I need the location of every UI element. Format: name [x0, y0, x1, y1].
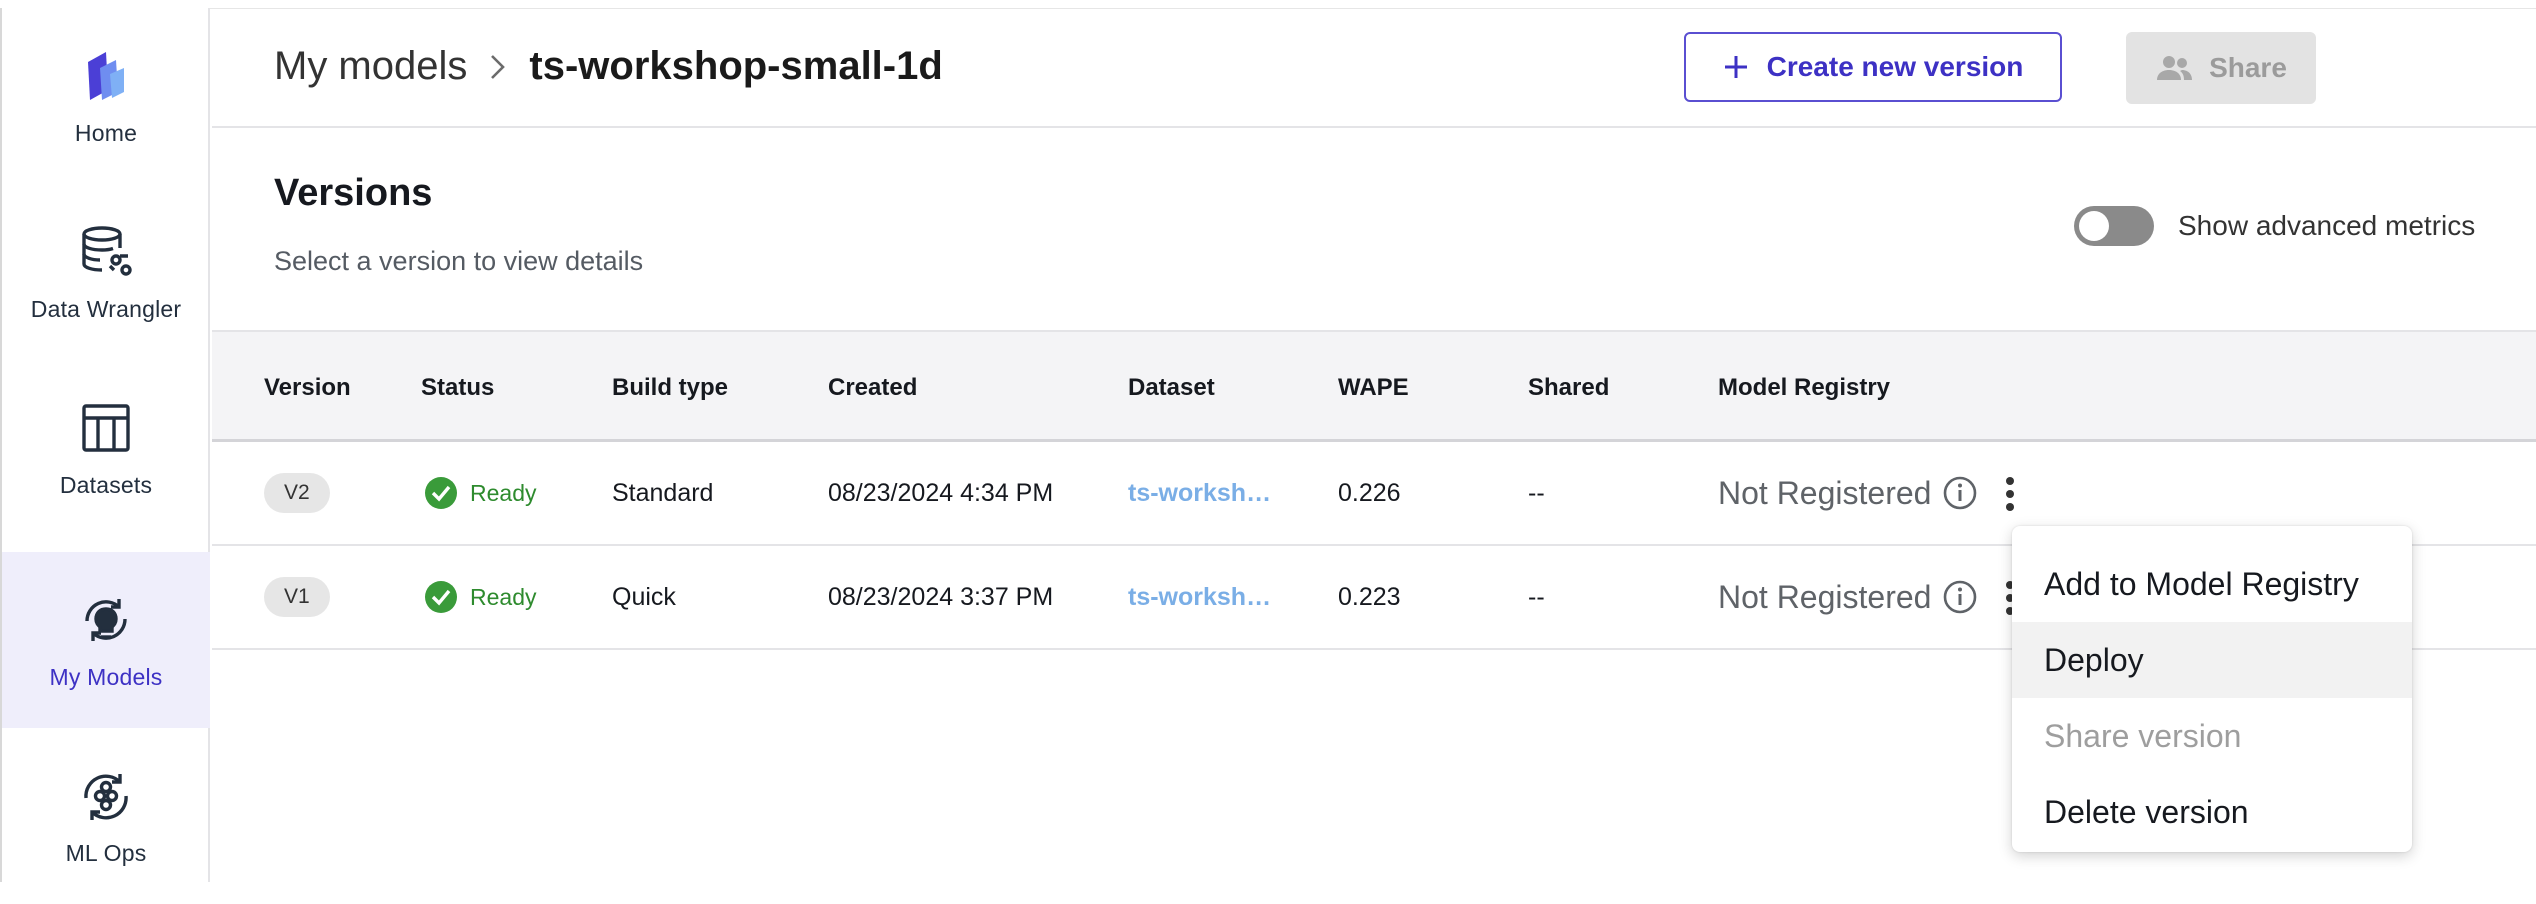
status-cell: Ready: [424, 442, 536, 544]
breadcrumb: My models ts-workshop-small-1d: [274, 44, 943, 89]
share-label: Share: [2209, 52, 2287, 83]
wape-cell: 0.223: [1338, 582, 1401, 611]
created-cell: 08/23/2024 4:34 PM: [828, 478, 1054, 507]
sidebar-item-label: My Models: [49, 663, 163, 690]
column-header-version: Version: [264, 374, 351, 401]
menu-item-add-to-model-registry[interactable]: Add to Model Registry: [2012, 546, 2412, 622]
sidebar-item-label: ML Ops: [65, 839, 147, 866]
sidebar-item-label: Data Wrangler: [30, 295, 182, 322]
create-new-version-label: Create new version: [1766, 51, 2024, 82]
version-badge: V2: [264, 473, 330, 513]
sidebar-item-label: Datasets: [59, 471, 153, 498]
dataset-link[interactable]: ts-worksh…: [1128, 479, 1271, 508]
plus-icon: [1723, 47, 1749, 87]
check-circle-icon: [425, 477, 457, 509]
version-badge: V1: [264, 577, 330, 617]
status-text: Ready: [470, 583, 537, 610]
created-cell: 08/23/2024 3:37 PM: [828, 582, 1054, 611]
column-header-created: Created: [828, 374, 918, 401]
data-wrangler-icon: [76, 222, 136, 282]
versions-section: Versions Select a version to view detail…: [212, 128, 2536, 330]
advanced-metrics-toggle-group: Show advanced metrics: [2074, 206, 2475, 246]
column-header-status: Status: [421, 374, 495, 401]
check-circle-icon: [425, 581, 457, 613]
info-icon[interactable]: [1943, 476, 1977, 510]
home-logo-icon: [76, 46, 136, 106]
page-title: ts-workshop-small-1d: [529, 44, 943, 88]
sidebar-item-label: Home: [74, 119, 138, 146]
versions-title: Versions: [274, 172, 433, 214]
people-icon: [2155, 55, 2193, 81]
datasets-icon: [76, 398, 136, 458]
page-header: My models ts-workshop-small-1d Create ne…: [212, 8, 2536, 128]
status-text: Ready: [470, 479, 537, 506]
shared-cell: --: [1528, 582, 1545, 611]
shared-cell: --: [1528, 478, 1545, 507]
advanced-metrics-toggle[interactable]: [2074, 206, 2154, 246]
registry-status: Not Registered: [1718, 474, 1932, 511]
toggle-knob: [2079, 211, 2109, 241]
sidebar-item-ml-ops[interactable]: ML Ops: [2, 728, 210, 904]
my-models-icon: [76, 590, 136, 650]
create-new-version-button[interactable]: Create new version: [1684, 32, 2062, 102]
column-header-shared: Shared: [1528, 374, 1610, 401]
status-cell: Ready: [424, 546, 536, 648]
sidebar: Home Data Wrangler Datasets My Models ML…: [0, 8, 210, 882]
column-header-wape: WAPE: [1338, 374, 1409, 401]
sidebar-item-my-models[interactable]: My Models: [2, 552, 210, 728]
menu-item-delete-version[interactable]: Delete version: [2012, 774, 2412, 850]
ml-ops-icon: [76, 766, 136, 826]
registry-status: Not Registered: [1718, 578, 1932, 615]
build-type-cell: Standard: [612, 478, 714, 507]
info-icon[interactable]: [1943, 580, 1977, 614]
advanced-metrics-label: Show advanced metrics: [2178, 210, 2476, 241]
share-button[interactable]: Share: [2126, 32, 2316, 104]
column-header-model-registry: Model Registry: [1718, 374, 1891, 401]
row-actions-menu: Add to Model Registry Deploy Share versi…: [2012, 526, 2412, 852]
row-actions-kebab-icon[interactable]: [1998, 472, 2022, 516]
wape-cell: 0.226: [1338, 478, 1401, 507]
column-header-build-type: Build type: [612, 374, 729, 401]
chevron-right-icon: [489, 53, 507, 81]
table-header: Version Status Build type Created Datase…: [212, 330, 2536, 442]
sidebar-item-home[interactable]: Home: [2, 8, 210, 184]
versions-subtitle: Select a version to view details: [274, 246, 644, 276]
sidebar-item-data-wrangler[interactable]: Data Wrangler: [2, 184, 210, 360]
menu-item-share-version: Share version: [2044, 717, 2242, 754]
build-type-cell: Quick: [612, 582, 676, 611]
column-header-dataset: Dataset: [1128, 374, 1215, 401]
sidebar-item-datasets[interactable]: Datasets: [2, 360, 210, 536]
breadcrumb-parent-link[interactable]: My models: [274, 44, 467, 89]
dataset-link[interactable]: ts-worksh…: [1128, 583, 1271, 612]
menu-item-deploy[interactable]: Deploy: [2012, 622, 2412, 698]
